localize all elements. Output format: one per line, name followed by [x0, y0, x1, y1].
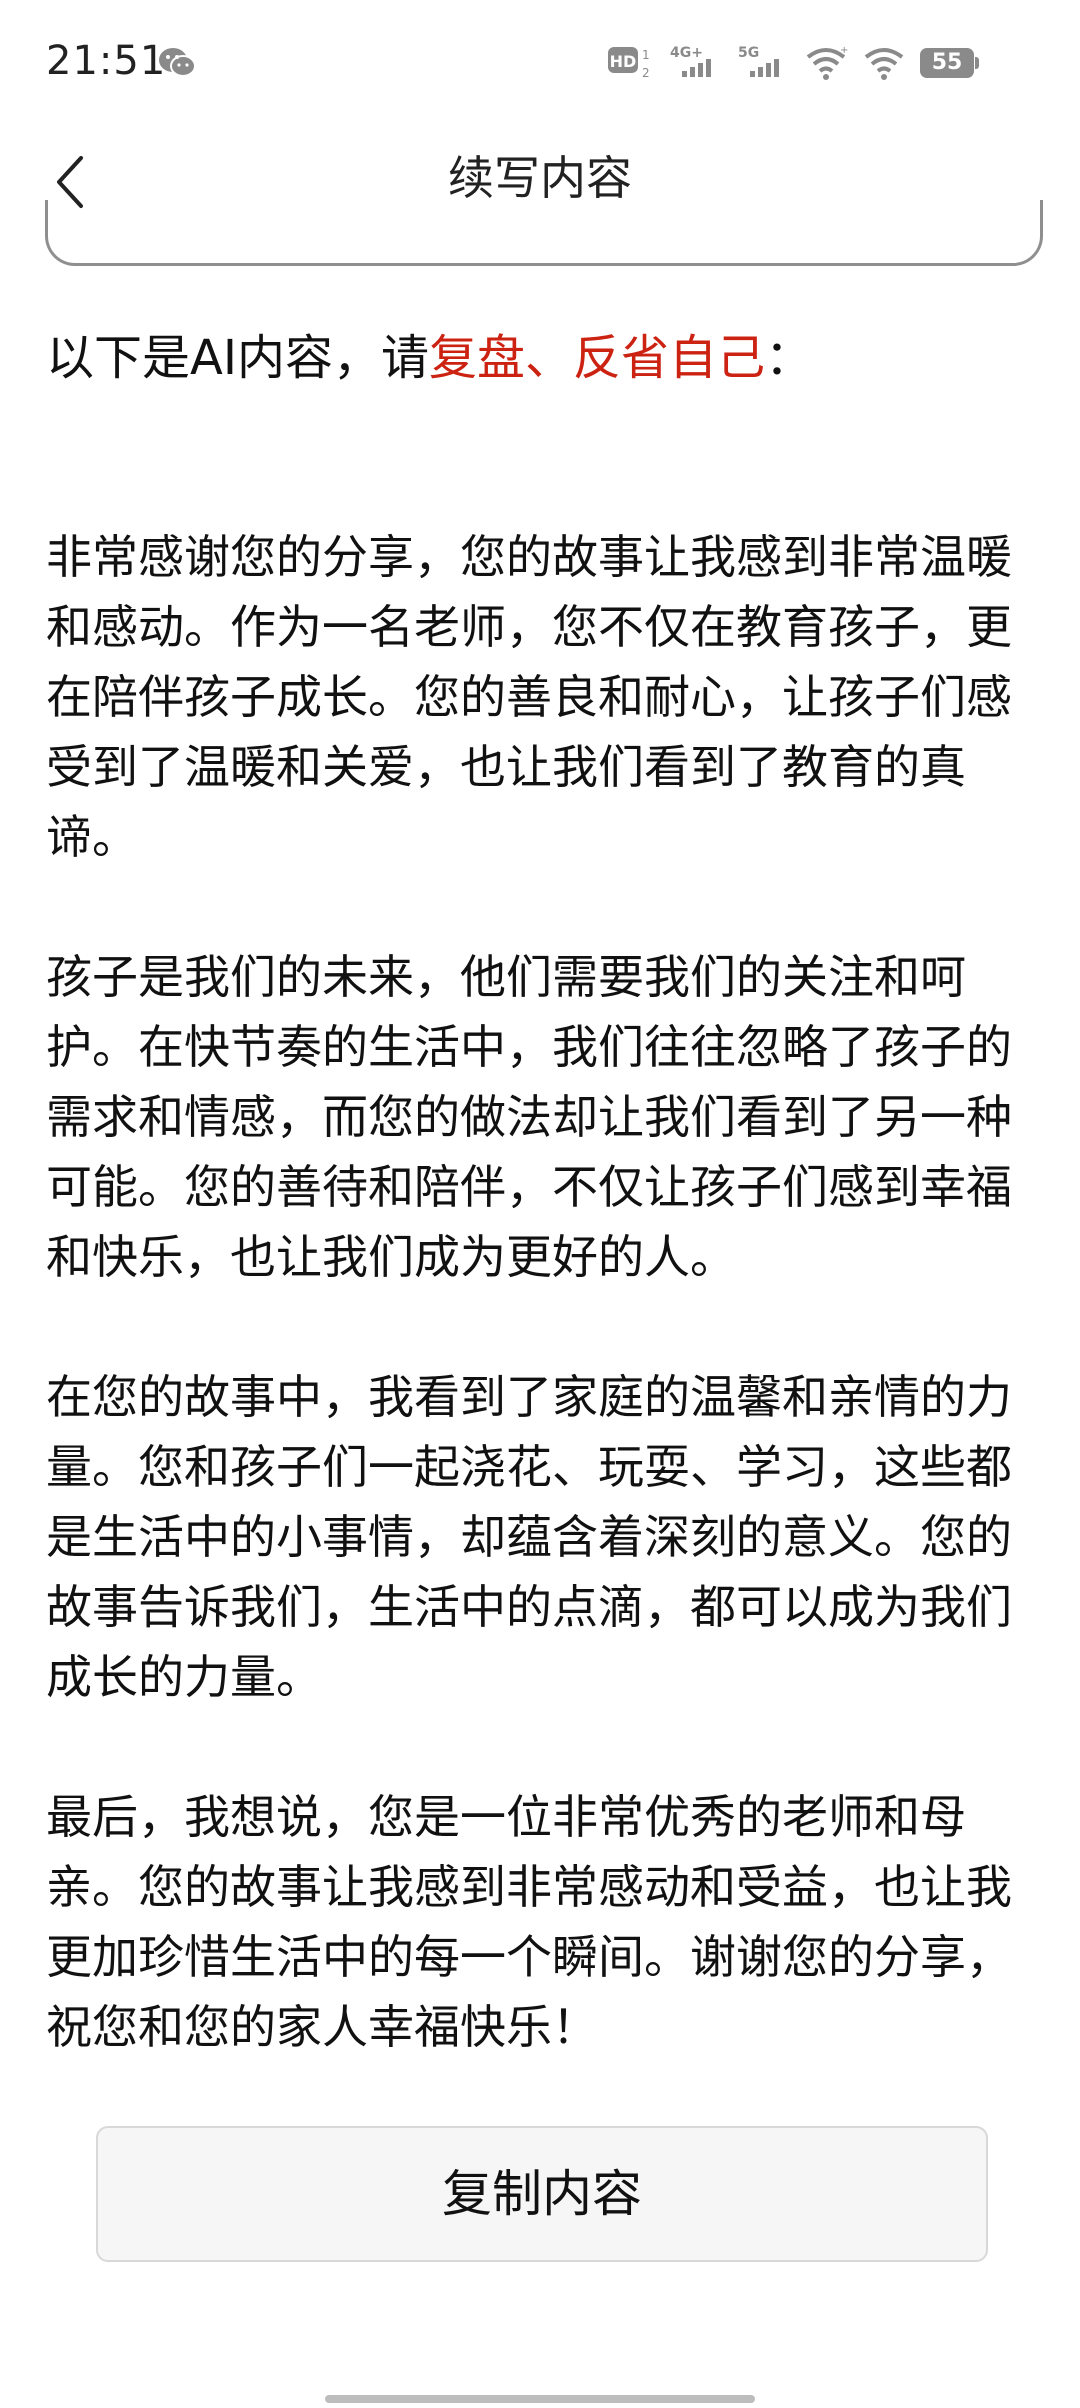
wechat-icon	[159, 48, 196, 77]
home-indicator[interactable]	[325, 2395, 755, 2403]
prompt-line: 以下是AI内容，请复盘、反省自己：	[46, 318, 813, 388]
status-icons: HD 1 2 4G+ 5G + 55	[608, 40, 980, 86]
battery-level: 55	[931, 50, 963, 75]
ai-paragraph: 在您的故事中，我看到了家庭的温馨和亲情的力量。您和孩子们一起浇花、玩耍、学习，这…	[46, 1370, 1012, 1704]
svg-text:2: 2	[642, 66, 650, 80]
signal-4g-icon: 4G+	[670, 45, 711, 77]
input-card-edge	[45, 200, 1043, 266]
prompt-suffix: ：	[765, 330, 814, 386]
network-1-label: 4G+	[670, 45, 703, 61]
copy-content-button[interactable]: 复制内容	[96, 2126, 988, 2262]
screen: 21:51 HD 1 2 4G+ 5G + 55 续写内容 以下是AI内容，请复…	[0, 0, 1080, 2408]
ai-paragraph: 孩子是我们的未来，他们需要我们的关注和呵护。在快节奏的生活中，我们往往忽略了孩子…	[46, 950, 1012, 1284]
svg-text:+: +	[840, 45, 848, 56]
wifi-icon	[864, 48, 904, 80]
prompt-prefix: 以下是AI内容，请	[46, 330, 429, 386]
battery-icon: 55	[920, 46, 980, 80]
status-bar: 21:51 HD 1 2 4G+ 5G + 55	[0, 0, 1080, 128]
ai-paragraph: 最后，我想说，您是一位非常优秀的老师和母亲。您的故事让我感到非常感动和受益，也让…	[46, 1790, 1012, 2054]
hd-icon: HD 1 2	[608, 47, 650, 80]
network-2-label: 5G	[738, 45, 759, 61]
ai-content: 非常感谢您的分享，您的故事让我感到非常温暖和感动。作为一名老师，您不仅在教育孩子…	[46, 522, 1036, 2132]
ai-paragraph: 非常感谢您的分享，您的故事让我感到非常温暖和感动。作为一名老师，您不仅在教育孩子…	[46, 530, 1012, 864]
status-time: 21:51	[46, 38, 167, 84]
wifi-icon: +	[806, 45, 848, 80]
hd-label: HD	[610, 52, 637, 71]
signal-5g-icon: 5G	[738, 45, 779, 77]
prompt-highlight: 复盘、反省自己	[429, 330, 766, 386]
svg-text:1: 1	[642, 48, 650, 62]
